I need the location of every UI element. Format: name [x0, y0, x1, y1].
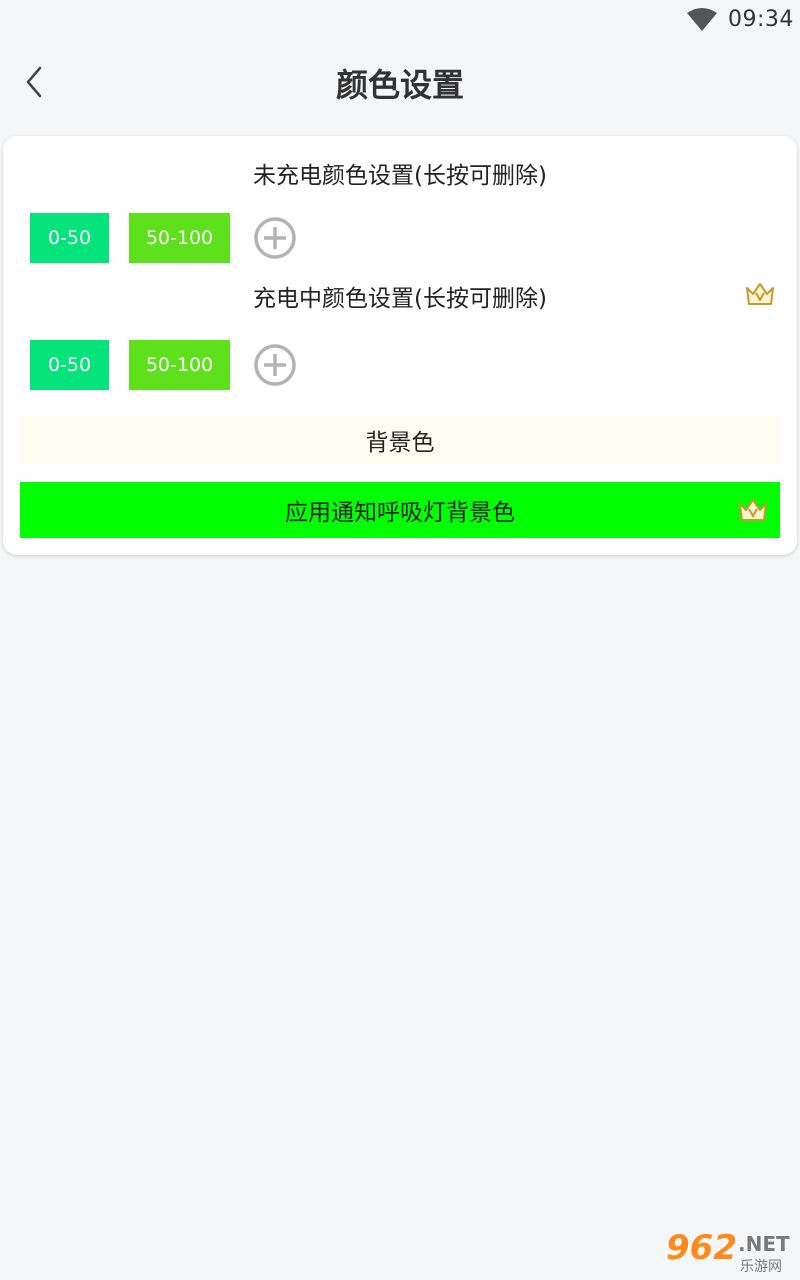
uncharged-section-title: 未充电颜色设置(长按可删除) [253, 163, 547, 189]
watermark-number: 962 [666, 1228, 737, 1268]
app-bar: 颜色设置 [0, 42, 800, 122]
range-label: 0-50 [47, 354, 92, 376]
range-label: 50-100 [145, 354, 214, 376]
notification-color-row[interactable]: 应用通知呼吸灯背景色 [20, 482, 780, 538]
watermark-logo: 962 .NET 乐游网 [660, 1228, 794, 1276]
charging-add-button[interactable] [253, 343, 297, 387]
charging-range-50-100[interactable]: 50-100 [129, 340, 230, 390]
uncharged-range-0-50[interactable]: 0-50 [30, 213, 109, 263]
settings-card: 未充电颜色设置(长按可删除) 0-50 50-100 充电中颜色设置(长按可删除… [3, 136, 797, 555]
status-time: 09:34 [728, 7, 794, 32]
charging-range-0-50[interactable]: 0-50 [30, 340, 109, 390]
watermark-subtitle: 乐游网 [740, 1259, 782, 1275]
uncharged-add-button[interactable] [253, 216, 297, 260]
crown-icon [746, 283, 774, 305]
watermark-suffix: .NET [738, 1232, 790, 1256]
status-bar: 09:34 [0, 0, 800, 42]
range-label: 0-50 [47, 227, 92, 249]
range-label: 50-100 [145, 227, 214, 249]
uncharged-range-50-100[interactable]: 50-100 [129, 213, 230, 263]
notification-color-label: 应用通知呼吸灯背景色 [285, 500, 515, 526]
charging-section-title: 充电中颜色设置(长按可删除) [253, 286, 547, 312]
crown-icon [739, 499, 767, 521]
background-color-label: 背景色 [365, 430, 435, 456]
wifi-icon [687, 8, 717, 31]
page-title: 颜色设置 [335, 66, 464, 104]
background-color-row[interactable]: 背景色 [20, 416, 780, 464]
